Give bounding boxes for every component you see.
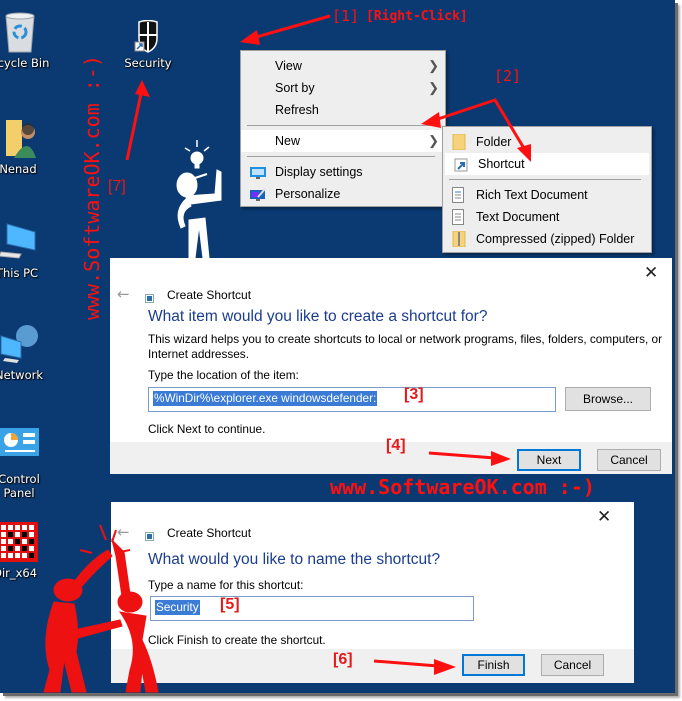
dialog-description: This wizard helps you to create shortcut… (148, 332, 663, 361)
next-button[interactable]: Next (517, 449, 581, 471)
desktop-icon-security[interactable]: Security (113, 19, 183, 70)
desktop-icon-label: Security (124, 56, 172, 70)
desktop[interactable]: ecycle Bin Nenad This PC Network Control… (0, 0, 675, 693)
close-button[interactable]: ✕ (644, 263, 658, 283)
annotation-step-2: [2] (494, 67, 522, 85)
display-settings-icon (250, 165, 266, 179)
annotation-step-7: [7] (108, 178, 126, 195)
location-input[interactable]: %WinDir%\explorer.exe windowsdefender: (148, 387, 556, 412)
arrow-step-4 (428, 451, 511, 466)
watermark-horizontal: www.SoftwareOK.com :-) (330, 475, 595, 499)
this-pc-icon (0, 222, 37, 262)
annotation-right-click: [Right-Click] (366, 9, 468, 24)
annotation-step-4: [4] (386, 437, 406, 454)
finish-button[interactable]: Finish (462, 654, 525, 676)
arrow-step-1 (240, 14, 331, 45)
menu-item-label: Refresh (275, 103, 319, 117)
chevron-right-icon: ❯ (428, 58, 439, 73)
menu-item-label: New (275, 134, 301, 148)
user-folder-icon (0, 118, 38, 158)
annotation-step-5: [5] (220, 596, 240, 613)
browse-button[interactable]: Browse... (565, 387, 651, 411)
text-document-icon (452, 209, 468, 225)
control-panel-icon (0, 428, 39, 468)
shortcut-small-icon (145, 294, 154, 303)
desktop-icon-this-pc[interactable]: This PC (0, 222, 52, 280)
desktop-icon-recycle-bin[interactable]: ecycle Bin (0, 12, 55, 70)
location-input-value: %WinDir%\explorer.exe windowsdefender: (153, 391, 378, 406)
submenu-item-text-document[interactable]: Text Document (443, 206, 651, 228)
high-five-figures-illustration (43, 524, 159, 693)
menu-item-label: Display settings (275, 165, 363, 179)
thinking-figure-illustration (176, 140, 222, 259)
dialog-title: Create Shortcut (167, 288, 252, 302)
desktop-icon-network[interactable]: Network (0, 324, 54, 382)
close-button[interactable]: ✕ (597, 507, 611, 527)
zip-folder-icon (452, 230, 468, 248)
menu-item-personalize[interactable]: Personalize (241, 183, 445, 205)
desktop-icon-label: Nenad (0, 162, 37, 176)
arrow-step-2 (421, 98, 531, 162)
menu-item-label: Text Document (476, 210, 560, 224)
submenu-item-compressed-folder[interactable]: Compressed (zipped) Folder (443, 228, 651, 250)
shortcut-name-input[interactable]: Security (150, 596, 474, 621)
arrow-step-6 (373, 659, 456, 675)
cancel-button[interactable]: Cancel (541, 654, 604, 676)
menu-separator (449, 179, 641, 180)
rich-text-document-icon (452, 187, 468, 203)
location-field-label: Type the location of the item: (148, 368, 299, 382)
menu-item-label: View (275, 59, 302, 73)
network-icon (0, 324, 39, 364)
menu-item-view[interactable]: View ❯ (241, 55, 445, 77)
menu-separator (247, 156, 435, 157)
back-arrow-icon[interactable]: ← (117, 285, 130, 303)
arrow-step-7 (125, 80, 150, 161)
menu-item-label: Personalize (275, 187, 341, 201)
menu-separator (247, 125, 435, 126)
desktop-icon-user-folder[interactable]: Nenad (0, 118, 53, 176)
desktop-icon-label: ecycle Bin (0, 56, 50, 70)
submenu-item-rich-text-document[interactable]: Rich Text Document (443, 184, 651, 206)
menu-item-label: Compressed (zipped) Folder (476, 232, 635, 246)
annotation-step-6: [6] (333, 651, 353, 668)
dialog-title: Create Shortcut (167, 526, 252, 540)
desktop-icon-label: Network (0, 368, 44, 382)
dialog-hint: Click Finish to create the shortcut. (148, 633, 326, 647)
recycle-bin-icon (0, 12, 40, 53)
dialog-hint: Click Next to continue. (148, 422, 266, 436)
watermark-vertical: www.SoftwareOK.com :-) (80, 55, 104, 320)
dialog-heading: What would you like to name the shortcut… (148, 551, 441, 568)
dialog-heading: What item would you like to create a sho… (148, 308, 488, 325)
desktop-icon-label: Control Panel (0, 472, 40, 500)
menu-item-label: Sort by (275, 81, 315, 95)
menu-item-label: Rich Text Document (476, 188, 588, 202)
name-field-label: Type a name for this shortcut: (148, 578, 304, 592)
desktop-icon-control-panel[interactable]: Control Panel (0, 428, 54, 500)
cancel-button[interactable]: Cancel (597, 449, 661, 471)
annotation-step-1: [1] (332, 7, 360, 25)
desktop-icon-label: This PC (0, 266, 39, 280)
personalize-icon (250, 187, 266, 201)
security-shield-shortcut-icon (130, 19, 166, 54)
annotation-step-3: [3] (404, 386, 424, 403)
shortcut-name-input-value: Security (155, 600, 200, 615)
